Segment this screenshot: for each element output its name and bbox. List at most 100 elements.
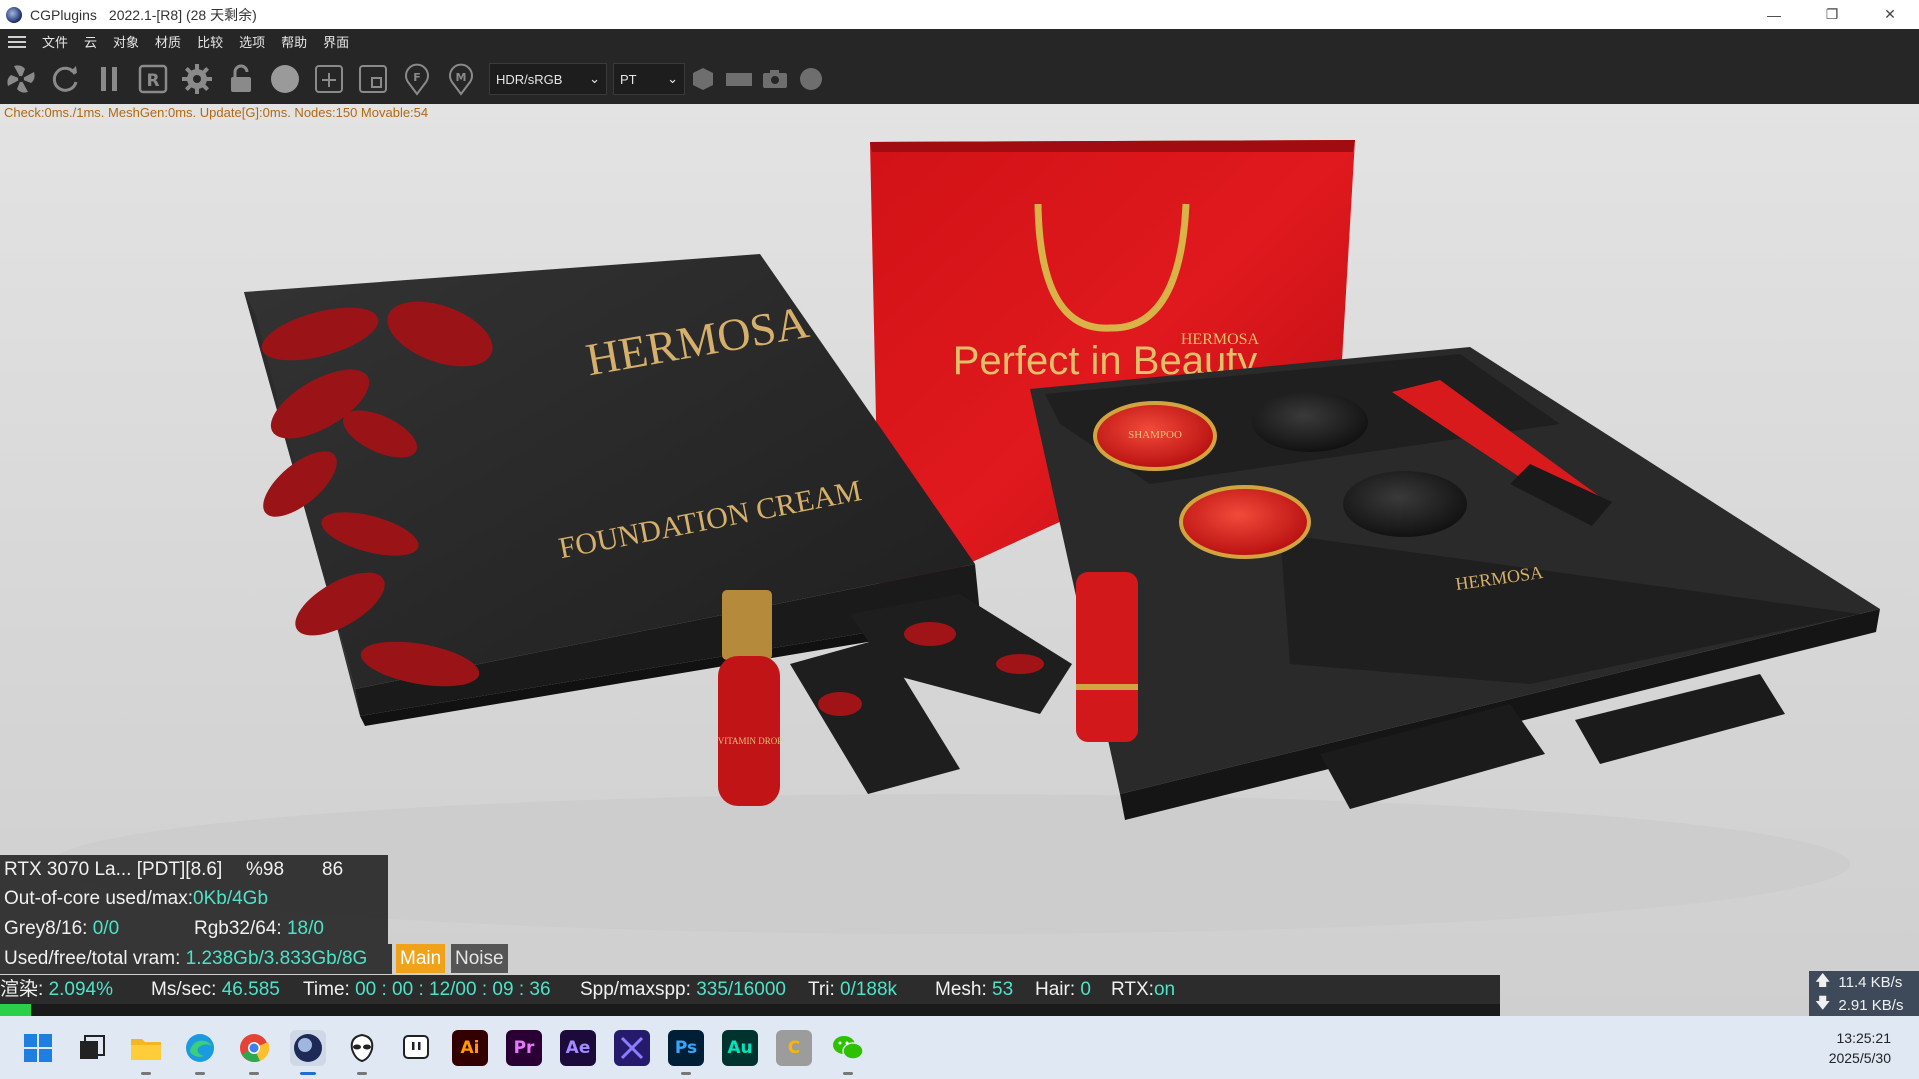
cinema4d-icon[interactable] — [290, 1029, 326, 1075]
material-pin-icon[interactable]: M — [442, 60, 480, 98]
vs-app-icon[interactable] — [614, 1029, 650, 1066]
toolbar: R F M HDR/sRGB ⌄ PT ⌄ — [0, 54, 1919, 104]
title-bar: CGPlugins 2022.1-[R8] (28 天剩余) — ❐ ✕ — [0, 0, 1919, 29]
color-mode-select[interactable]: HDR/sRGB ⌄ — [489, 63, 607, 95]
illustrator-icon[interactable]: Ai — [452, 1029, 488, 1066]
upload-arrow-icon: 🡅 — [1815, 972, 1831, 989]
render-progress-fill — [0, 1004, 32, 1016]
file-explorer-icon[interactable] — [128, 1030, 164, 1075]
gpu-info-row: RTX 3070 La... [PDT][8.6] %98 86 — [0, 855, 388, 884]
vram-row: Used/free/total vram: 1.238Gb/3.833Gb/8G — [0, 944, 392, 974]
hamburger-menu-icon[interactable] — [8, 35, 26, 48]
lipstick — [1076, 572, 1138, 742]
chevron-down-icon: ⌄ — [589, 71, 600, 86]
grey-label: Grey8/16: — [4, 918, 93, 939]
menu-compare[interactable]: 比较 — [189, 32, 231, 51]
menu-bar: 文件 云 对象 材质 比较 选项 帮助 界面 — [0, 29, 1919, 54]
grey-value: 0/0 — [92, 918, 120, 939]
time-label: Time: — [303, 979, 350, 1000]
focus-pin-icon[interactable]: F — [398, 60, 436, 98]
gift-tray: SHAMPOO HERMOSA — [1030, 347, 1880, 820]
jar-label: SHAMPOO — [1128, 429, 1182, 441]
refresh-icon[interactable] — [46, 60, 84, 98]
camera-icon[interactable] — [760, 60, 790, 98]
out-of-core-label: Out-of-core used/max: — [4, 888, 194, 909]
kernel-select[interactable]: PT ⌄ — [613, 63, 685, 95]
tri-value: 0/188k — [840, 979, 898, 1000]
edge-icon[interactable] — [182, 1030, 218, 1075]
svg-text:R: R — [146, 71, 159, 91]
spp-value: 335/16000 — [696, 979, 787, 1000]
texture-count-row: Grey8/16: 0/0 Rgb32/64: 18/0 — [0, 914, 388, 944]
sphere-icon[interactable] — [266, 60, 304, 98]
menu-file[interactable]: 文件 — [34, 32, 76, 51]
close-button[interactable]: ✕ — [1861, 0, 1919, 29]
tab-noise[interactable]: Noise — [451, 944, 508, 973]
rtx-label: RTX: — [1111, 979, 1154, 1000]
gear-icon[interactable] — [178, 60, 216, 98]
mesh-value: 53 — [992, 979, 1014, 1000]
hair-label: Hair: — [1035, 979, 1076, 1000]
render-progress-bar — [0, 1004, 1500, 1016]
twitch-icon[interactable] — [398, 1030, 434, 1066]
menu-interface[interactable]: 界面 — [315, 32, 357, 51]
film-icon[interactable] — [724, 60, 754, 98]
svg-text:F: F — [413, 71, 421, 84]
menu-object[interactable]: 对象 — [105, 32, 147, 51]
menu-material[interactable]: 材质 — [147, 32, 189, 51]
spp-label: Spp/maxspp: — [580, 979, 691, 1000]
chrome-icon[interactable] — [236, 1030, 272, 1075]
color-mode-value: HDR/sRGB — [496, 71, 563, 87]
gpu-temp: 86 — [322, 859, 344, 880]
minimize-button[interactable]: — — [1745, 0, 1803, 29]
circle-icon[interactable] — [796, 60, 826, 98]
alien-app-icon[interactable] — [344, 1030, 380, 1075]
vram-value: 1.238Gb/3.833Gb/8G — [185, 948, 368, 969]
restore-button[interactable]: ❐ — [1803, 0, 1861, 29]
render-label: 渲染: — [0, 979, 44, 1000]
bag-brand: HERMOSA — [1181, 331, 1260, 348]
render-percent: 2.094% — [48, 979, 114, 1000]
photoshop-label: Ps — [674, 1037, 698, 1058]
ms-value: 46.585 — [221, 979, 280, 1000]
system-clock[interactable]: 13:25:21 2025/5/30 — [1829, 1028, 1891, 1068]
svg-text:M: M — [456, 71, 467, 84]
windows-start-icon[interactable] — [20, 1030, 56, 1066]
premiere-icon[interactable]: Pr — [506, 1029, 542, 1066]
gpu-name: RTX 3070 La... [PDT][8.6] — [4, 859, 223, 880]
chevron-down-icon: ⌄ — [667, 71, 678, 86]
timing-status-line: Check:0ms./1ms. MeshGen:0ms. Update[G]:0… — [4, 105, 429, 120]
c-app-icon[interactable]: C — [776, 1029, 812, 1066]
wechat-icon[interactable] — [830, 1030, 866, 1075]
hexagon-icon[interactable] — [688, 60, 718, 98]
menu-options[interactable]: 选项 — [231, 32, 273, 51]
download-speed: 2.91 KB/s — [1838, 997, 1904, 1014]
taskbar: Ai Pr Ae Ps Au C — [0, 1016, 1919, 1079]
lock-icon[interactable] — [222, 60, 260, 98]
download-arrow-icon: 🡇 — [1815, 995, 1831, 1012]
task-view-icon[interactable] — [74, 1030, 110, 1066]
hair-value: 0 — [1080, 979, 1091, 1000]
after-effects-icon[interactable]: Ae — [560, 1029, 596, 1066]
photoshop-icon[interactable]: Ps — [668, 1029, 704, 1075]
menu-cloud[interactable]: 云 — [76, 32, 105, 51]
network-speed-widget: 🡅 11.4 KB/s 🡇 2.91 KB/s — [1809, 971, 1919, 1017]
tab-main[interactable]: Main — [396, 944, 446, 973]
audition-icon[interactable]: Au — [722, 1029, 758, 1066]
kernel-value: PT — [620, 71, 637, 87]
app-name: CGPlugins — [30, 6, 97, 23]
menu-help[interactable]: 帮助 — [273, 32, 315, 51]
region-icon[interactable] — [354, 60, 392, 98]
upload-speed: 11.4 KB/s — [1838, 974, 1903, 991]
clock-time: 13:25:21 — [1836, 1030, 1892, 1046]
cinema4d-logo-icon — [6, 6, 22, 23]
render-status-bar: 渲染: 2.094% Ms/sec: 46.585 Time: 00 : 00 … — [0, 975, 1500, 1004]
add-box-icon[interactable] — [310, 60, 348, 98]
fan-icon[interactable] — [2, 60, 40, 98]
pause-icon[interactable] — [90, 60, 128, 98]
out-of-core-value: 0Kb/4Gb — [193, 888, 269, 909]
tri-label: Tri: — [808, 979, 835, 1000]
mesh-label: Mesh: — [935, 979, 987, 1000]
r-icon[interactable]: R — [134, 60, 172, 98]
out-of-core-row: Out-of-core used/max:0Kb/4Gb — [0, 884, 388, 914]
